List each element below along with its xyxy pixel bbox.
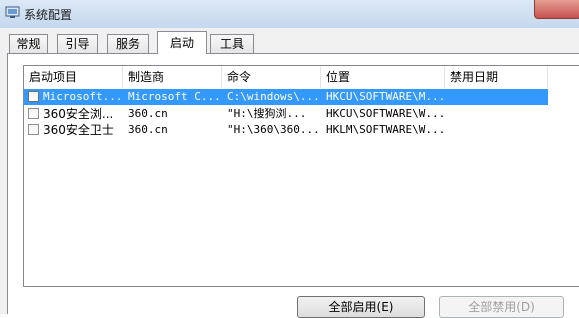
window-title: 系统配置 <box>24 8 73 22</box>
cell-disabled-date <box>450 123 546 137</box>
startup-item-checkbox[interactable] <box>28 124 39 135</box>
table-row[interactable]: 360安全浏... 360.cn "H:\搜狗浏... HKCU\SOFTWAR… <box>24 106 548 122</box>
disable-all-button[interactable]: 全部禁用(D) <box>439 296 564 318</box>
tab-startup[interactable]: 启动 <box>157 31 207 54</box>
tab-services[interactable]: 服务 <box>107 34 149 53</box>
cell-startup-item: 360安全卫士 <box>43 123 114 137</box>
cell-location: HKCU\SOFTWARE\M... <box>326 90 443 103</box>
title-bar: 系统配置 <box>0 0 579 28</box>
cell-manufacturer: 360.cn <box>128 107 168 120</box>
cell-command: C:\windows\... <box>227 90 319 103</box>
tab-boot[interactable]: 引导 <box>57 34 98 53</box>
column-header-location[interactable]: 位置 <box>321 66 445 88</box>
startup-item-checkbox[interactable] <box>28 91 39 102</box>
cell-disabled-date <box>450 90 546 104</box>
column-header-command[interactable]: 命令 <box>222 66 321 88</box>
cell-disabled-date <box>450 107 546 121</box>
column-header-disabled-date[interactable]: 禁用日期 <box>445 66 548 88</box>
cell-location: HKCU\SOFTWARE\W... <box>326 107 443 120</box>
cell-location: HKLM\SOFTWARE\W... <box>326 123 443 136</box>
tab-general[interactable]: 常规 <box>9 34 48 53</box>
startup-item-checkbox[interactable] <box>28 108 39 119</box>
list-header: 启动项目 制造商 命令 位置 禁用日期 <box>24 66 579 88</box>
cell-command: "H:\搜狗浏... <box>227 107 307 120</box>
cell-command: "H:\360\360... <box>227 123 319 136</box>
cell-startup-item: Microsoft... <box>43 90 121 103</box>
table-row[interactable]: 360安全卫士 360.cn "H:\360\360... HKLM\SOFTW… <box>24 122 548 138</box>
cell-startup-item: 360安全浏... <box>43 107 114 121</box>
startup-items-list[interactable]: 启动项目 制造商 命令 位置 禁用日期 Microsoft... Microso… <box>23 65 579 287</box>
close-button[interactable] <box>534 0 579 19</box>
system-config-icon <box>5 6 20 18</box>
column-header-manufacturer[interactable]: 制造商 <box>123 66 222 88</box>
table-row[interactable]: Microsoft... Microsoft C... C:\windows\.… <box>24 89 548 105</box>
column-header-startup-item[interactable]: 启动项目 <box>24 66 123 88</box>
cell-manufacturer: 360.cn <box>128 123 168 136</box>
enable-all-button[interactable]: 全部启用(E) <box>297 296 425 318</box>
cell-manufacturer: Microsoft C... <box>128 90 220 103</box>
tab-tools[interactable]: 工具 <box>210 34 254 53</box>
